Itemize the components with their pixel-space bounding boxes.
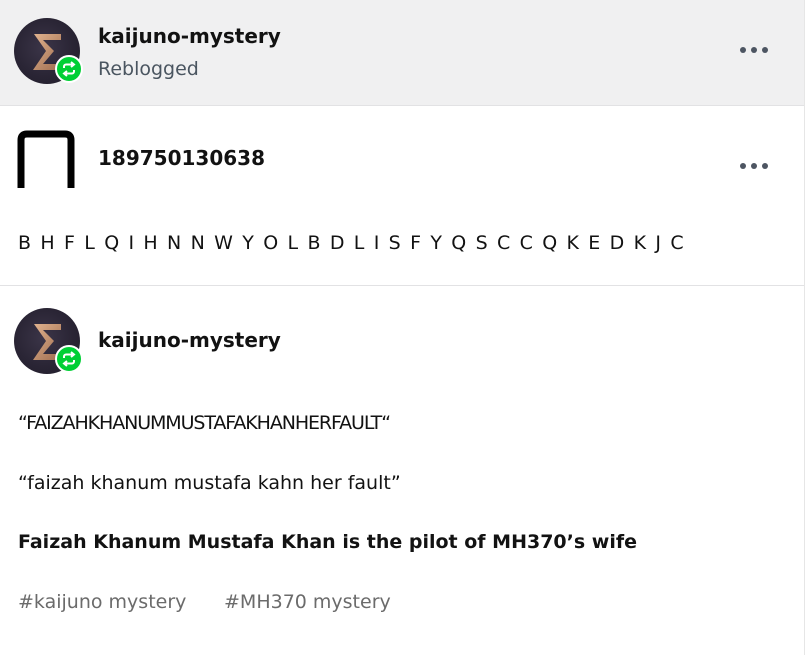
post-paragraph: “FAIZAHKHANUMMUSTAFAKHANHERFAULT“: [18, 412, 391, 434]
trail-username-link[interactable]: kaijuno-mystery: [98, 328, 281, 352]
post-paragraph: “faizah khanum mustafa kahn her fault”: [18, 472, 401, 494]
avatar[interactable]: [14, 18, 83, 84]
trail-item: 189750130638 B H F L Q I H N N W Y O L B…: [0, 106, 804, 286]
trail-item: kaijuno-mystery “FAIZAHKHANUMMUSTAFAKHAN…: [0, 286, 804, 655]
blog-name-link[interactable]: kaijuno-mystery: [98, 24, 281, 48]
arch-icon[interactable]: [16, 130, 76, 190]
post-body-text: B H F L Q I H N N W Y O L B D L I S F Y …: [18, 232, 685, 254]
tag-link[interactable]: #MH370 mystery: [224, 591, 391, 613]
tag-link[interactable]: #kaijuno mystery: [18, 591, 186, 613]
post-bold-paragraph: Faizah Khanum Mustafa Khan is the pilot …: [18, 531, 638, 553]
reblog-icon: [55, 345, 83, 373]
avatar[interactable]: [14, 308, 83, 374]
more-options-icon[interactable]: [740, 40, 774, 60]
reblogged-label: Reblogged: [98, 58, 199, 80]
post-card: kaijuno-mystery Reblogged 189750130638 B…: [0, 0, 805, 655]
more-options-icon[interactable]: [740, 156, 774, 176]
reblog-icon: [55, 55, 83, 83]
trail-username-link[interactable]: 189750130638: [98, 146, 265, 170]
cipher-letters: B H F L Q I H N N W Y O L B D L I S F Y …: [18, 232, 686, 254]
post-header: kaijuno-mystery Reblogged: [0, 0, 804, 106]
